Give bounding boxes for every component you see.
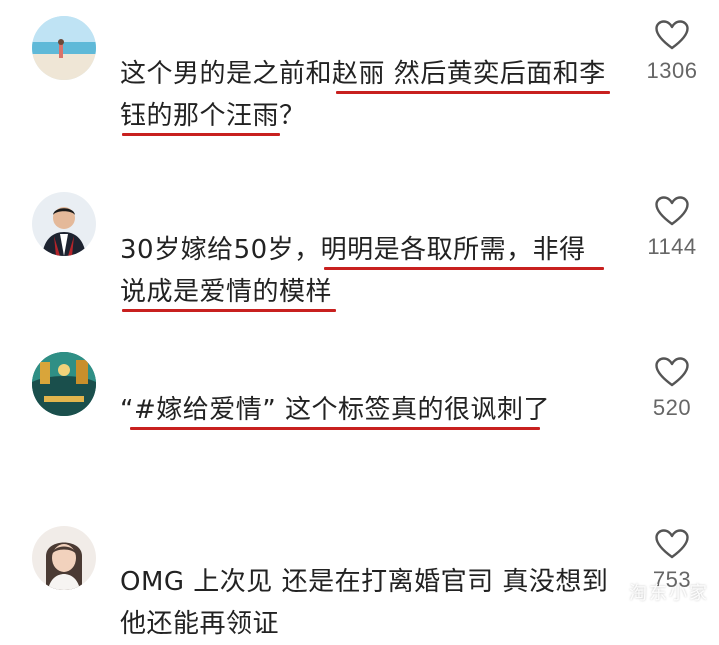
like-button[interactable]: 1306 bbox=[636, 20, 708, 84]
comment-text-line: “#嫁给爱情” 这个标签真的很讽刺了 bbox=[120, 395, 550, 425]
comment-text-line: 30岁嫁给50岁，明明是各取所需，非得 bbox=[120, 235, 586, 265]
heart-outline-icon bbox=[655, 529, 689, 559]
like-count: 1144 bbox=[647, 234, 697, 259]
like-button[interactable]: 520 bbox=[636, 357, 708, 421]
comment-text-line: 他还能再领证 bbox=[120, 609, 280, 639]
comment-text-line: OMG 上次见 还是在打离婚官司 真没想到 bbox=[120, 567, 609, 597]
comment-text-line: 这个男的是之前和赵丽 然后黄奕后面和李 bbox=[120, 59, 606, 89]
scene-avatar-icon bbox=[32, 352, 96, 416]
comment-text-line: 钰的那个汪雨？ bbox=[120, 101, 306, 131]
comment-text-line: 说成是爱情的模样 bbox=[120, 277, 333, 307]
woman-avatar-icon bbox=[32, 526, 96, 590]
red-underline bbox=[324, 267, 604, 270]
like-count: 1306 bbox=[646, 58, 698, 83]
red-underline bbox=[122, 309, 336, 312]
red-underline bbox=[336, 91, 610, 94]
avatar[interactable] bbox=[32, 526, 96, 590]
heart-outline-icon bbox=[655, 357, 689, 387]
man-avatar-icon bbox=[32, 192, 96, 256]
watermark: 淘东小家 bbox=[629, 583, 709, 604]
beach-avatar-icon bbox=[32, 16, 96, 80]
red-underline bbox=[130, 427, 540, 430]
heart-outline-icon bbox=[655, 20, 689, 50]
red-underline bbox=[122, 133, 280, 136]
heart-outline-icon bbox=[655, 196, 689, 226]
like-count: 520 bbox=[652, 395, 692, 420]
avatar[interactable] bbox=[32, 352, 96, 416]
avatar[interactable] bbox=[32, 16, 96, 80]
avatar[interactable] bbox=[32, 192, 96, 256]
like-button[interactable]: 1144 bbox=[636, 196, 708, 260]
